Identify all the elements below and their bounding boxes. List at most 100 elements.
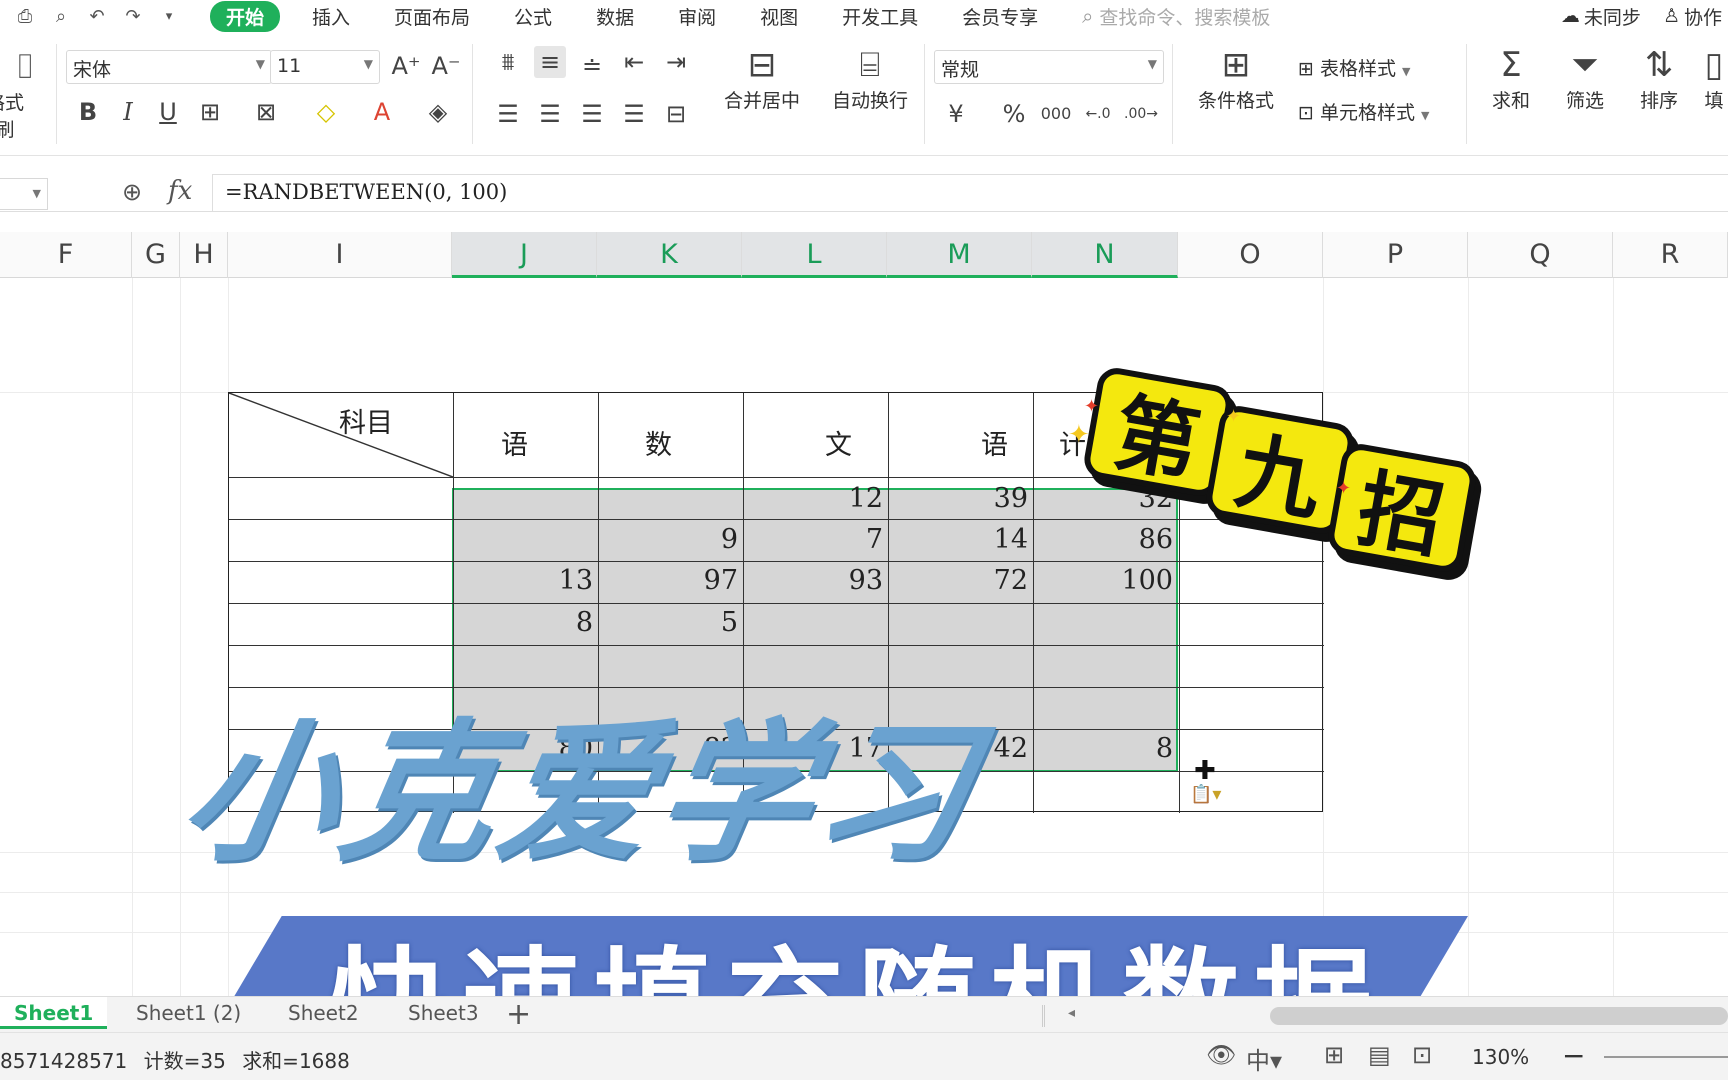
fill-button[interactable]: ▯ 填 [1700,44,1728,113]
number-format-select[interactable]: 常规 ▼ [934,50,1164,84]
collab-icon[interactable]: ♙ [1663,5,1680,27]
align-left-icon[interactable]: ☰ [492,98,524,130]
print-preview-icon[interactable]: ⌕ [50,5,72,27]
insert-function-icon[interactable]: fx [168,176,192,206]
print-icon[interactable]: ⎙ [14,5,36,27]
align-center-icon[interactable]: ☰ [534,98,566,130]
add-sheet-icon[interactable]: + [506,997,531,1032]
table-cell[interactable]: 9 [598,524,738,555]
table-cell[interactable]: 8 [453,607,593,638]
eye-protection-icon[interactable]: 👁 [1206,1041,1236,1069]
table-cell[interactable]: 7 [743,524,883,555]
column-header-i[interactable]: I [228,232,452,278]
column-header-l[interactable]: L [742,232,887,278]
font-color-icon[interactable]: A [366,96,398,128]
fill-pattern-icon[interactable]: ⊠ [250,96,282,128]
indent-icon[interactable]: ⇥ [660,46,692,78]
column-header-q[interactable]: Q [1468,232,1613,278]
clear-format-icon[interactable]: ◈ [422,96,454,128]
align-top-icon[interactable]: ⩩ [492,46,524,78]
tab-view[interactable]: 视图 [760,3,798,30]
tab-home[interactable]: 开始 [210,0,281,32]
justify-icon[interactable]: ☰ [618,98,650,130]
column-header-r[interactable]: R [1613,232,1728,278]
percent-icon[interactable]: % [998,98,1030,130]
name-box[interactable]: ▼ [0,178,48,210]
customize-dropdown-icon[interactable]: ▾ [158,5,180,27]
table-cell[interactable]: 8 [1033,733,1173,764]
format-painter-button[interactable]: ⌷ 格式刷 [0,46,50,142]
column-header-n[interactable]: N [1032,232,1178,278]
align-middle-icon[interactable]: ≡ [534,46,566,78]
sum-button[interactable]: Σ 求和 [1480,44,1542,113]
sheet-tab-sheet2[interactable]: Sheet2 [288,1001,359,1025]
formula-input[interactable]: =RANDBETWEEN(0, 100) [212,174,1728,212]
align-right-icon[interactable]: ☰ [576,98,608,130]
table-cell[interactable]: 97 [598,565,738,596]
table-cell[interactable]: 86 [1033,524,1173,555]
sync-status[interactable]: 未同步 [1584,3,1641,30]
scroll-left-icon[interactable]: ◂ [1068,1005,1075,1021]
border-icon[interactable]: ⊞ [194,96,226,128]
tab-formulas[interactable]: 公式 [514,3,552,30]
tab-developer[interactable]: 开发工具 [842,3,918,30]
table-cell[interactable]: 100 [1033,565,1173,596]
zoom-slider[interactable] [1604,1056,1728,1058]
column-header-m[interactable]: M [887,232,1032,278]
increase-font-icon[interactable]: A⁺ [390,50,422,82]
zoom-level[interactable]: 130% [1472,1045,1529,1069]
column-header-g[interactable]: G [132,232,180,278]
decrease-font-icon[interactable]: A⁻ [430,50,462,82]
tab-insert[interactable]: 插入 [312,3,350,30]
fill-color-icon[interactable]: ◇ [310,96,342,128]
column-header-f[interactable]: F [0,232,132,278]
merge-center-button[interactable]: ⊟ 合并居中 [712,44,812,113]
font-name-select[interactable]: 宋体 ▼ [66,50,272,84]
tab-member[interactable]: 会员专享 [962,3,1038,30]
sheet-tab-sheet1-2[interactable]: Sheet1 (2) [136,1001,241,1025]
column-header-o[interactable]: O [1178,232,1323,278]
outdent-icon[interactable]: ⇤ [618,46,650,78]
tab-page-layout[interactable]: 页面布局 [394,3,470,30]
thousands-separator-icon[interactable]: 000 [1040,98,1072,130]
table-style-button[interactable]: ⊞ 表格样式 ▼ [1298,54,1411,81]
input-method-icon[interactable]: 中▾ [1246,1041,1282,1076]
font-size-select[interactable]: 11 ▼ [270,50,380,84]
zoom-out-icon[interactable]: − [1562,1039,1585,1072]
sheet-tab-sheet3[interactable]: Sheet3 [408,1001,479,1025]
conditional-format-button[interactable]: ⊞ 条件格式 [1182,44,1290,113]
wrap-text-button[interactable]: ⌸ 自动换行 [822,44,918,113]
align-bottom-icon[interactable]: ≐ [576,50,608,82]
table-cell[interactable]: 5 [598,607,738,638]
table-cell[interactable]: 72 [888,565,1028,596]
zoom-formula-icon[interactable]: ⊕ [122,178,142,206]
filter-button[interactable]: ⏷ 筛选 [1554,44,1616,113]
horizontal-scrollbar[interactable] [1270,1007,1728,1025]
normal-view-icon[interactable]: ⊞ [1324,1041,1344,1069]
table-cell[interactable]: 14 [888,524,1028,555]
table-cell[interactable]: 13 [453,565,593,596]
paste-options-icon[interactable]: 📋▾ [1190,784,1221,805]
tab-review[interactable]: 审阅 [678,3,716,30]
table-cell[interactable]: 12 [743,483,883,514]
redo-icon[interactable]: ↷ [122,5,144,27]
distributed-icon[interactable]: ⊟ [660,98,692,130]
column-header-j[interactable]: J [452,232,597,278]
column-header-p[interactable]: P [1323,232,1468,278]
table-cell[interactable]: 39 [888,483,1028,514]
cell-style-button[interactable]: ⊡ 单元格样式 ▼ [1298,98,1430,125]
collab-button[interactable]: 协作 [1684,3,1722,30]
tab-data[interactable]: 数据 [596,3,634,30]
tab-area-splitter[interactable] [1042,1005,1045,1027]
currency-icon[interactable]: ¥ [940,98,972,130]
column-header-k[interactable]: K [597,232,742,278]
italic-icon[interactable]: I [112,96,144,128]
sheet-tab-sheet1[interactable]: Sheet1 [0,997,108,1029]
page-view-icon[interactable]: ▤ [1368,1041,1391,1069]
sheet-grid[interactable]: 科目 语 数 文 语 计 12 39 32 9 7 14 86 13 97 93… [0,278,1728,996]
increase-decimal-icon[interactable]: ←.0 [1082,98,1114,130]
sort-button[interactable]: ⇅ 排序 [1628,44,1690,113]
decrease-decimal-icon[interactable]: .00→ [1124,98,1158,130]
command-search[interactable]: ⌕ 查找命令、搜索模板 [1082,3,1270,30]
undo-icon[interactable]: ↶ [86,5,108,27]
